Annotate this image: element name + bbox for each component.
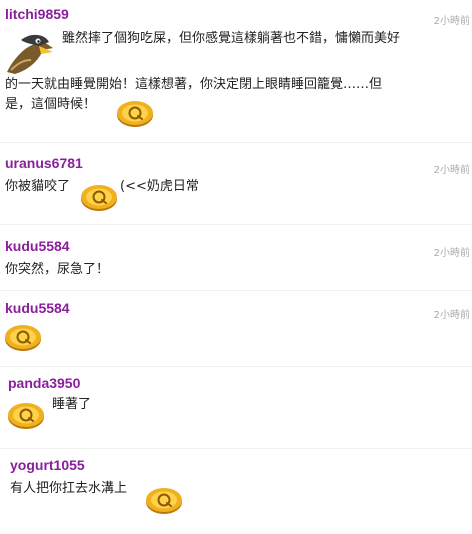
comment-item: yogurt1055 有人把你扛去水溝上: [0, 452, 472, 532]
comment-text: 雖然摔了個狗吃屎，但你感覺這樣躺著也不錯，慵懶而美好: [62, 31, 401, 46]
gold-coin-icon: [6, 401, 46, 431]
timestamp: 2小時前: [433, 16, 470, 27]
username-link[interactable]: kudu5584: [5, 238, 70, 254]
comment-item: panda3950 睡著了: [0, 370, 472, 445]
username-link[interactable]: yogurt1055: [10, 457, 85, 473]
comment-text: 有人把你扛去水溝上: [10, 481, 128, 496]
gold-coin-icon: [144, 486, 184, 516]
divider: [0, 224, 472, 225]
timestamp: 2小時前: [433, 310, 470, 321]
comment-text: (<<奶虎日常: [120, 179, 199, 194]
comment-item: litchi9859 2小時前 雖然摔了個狗吃屎，但你感覺這樣躺著也不錯，慵懶而…: [0, 0, 472, 140]
comment-item: kudu5584 2小時前 你突然，尿急了！: [0, 228, 472, 288]
username-link[interactable]: litchi9859: [5, 6, 69, 22]
divider: [0, 448, 472, 449]
gold-coin-icon: [3, 323, 43, 353]
timestamp: 2小時前: [433, 165, 470, 176]
username-link[interactable]: uranus6781: [5, 155, 83, 171]
divider: [0, 142, 472, 143]
comment-text: 睡著了: [52, 397, 92, 412]
gold-coin-icon: [79, 183, 119, 213]
bird-avatar-icon[interactable]: [5, 26, 55, 76]
username-link[interactable]: panda3950: [8, 375, 80, 391]
comment-text: 你突然，尿急了！: [5, 262, 110, 277]
timestamp: 2小時前: [433, 248, 470, 259]
divider: [0, 366, 472, 367]
comment-text: 你被貓咬了: [5, 179, 71, 194]
username-link[interactable]: kudu5584: [5, 300, 70, 316]
comment-item: kudu5584 2小時前: [0, 293, 472, 363]
comment-text: 的一天就由睡覺開始！這樣想著，你決定閉上眼睛睡回籠覺……但: [5, 77, 383, 92]
gold-coin-icon: [115, 99, 155, 129]
comment-text: 是，這個時候！: [5, 97, 97, 112]
comment-item: uranus6781 2小時前 你被貓咬了 (<<奶虎日常: [0, 145, 472, 220]
divider: [0, 290, 472, 291]
